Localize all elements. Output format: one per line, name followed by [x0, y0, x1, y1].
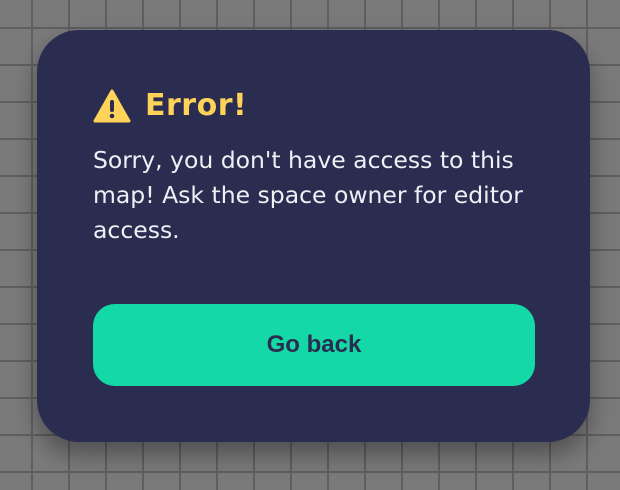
- error-dialog: Error! Sorry, you don't have access to t…: [37, 30, 590, 442]
- go-back-button[interactable]: Go back: [93, 304, 535, 386]
- dialog-message: Sorry, you don't have access to this map…: [93, 146, 523, 244]
- dialog-header: Error!: [93, 88, 247, 123]
- dialog-title: Error!: [145, 88, 248, 123]
- go-back-button-label: Go back: [266, 331, 362, 358]
- warning-triangle-icon: [93, 89, 131, 122]
